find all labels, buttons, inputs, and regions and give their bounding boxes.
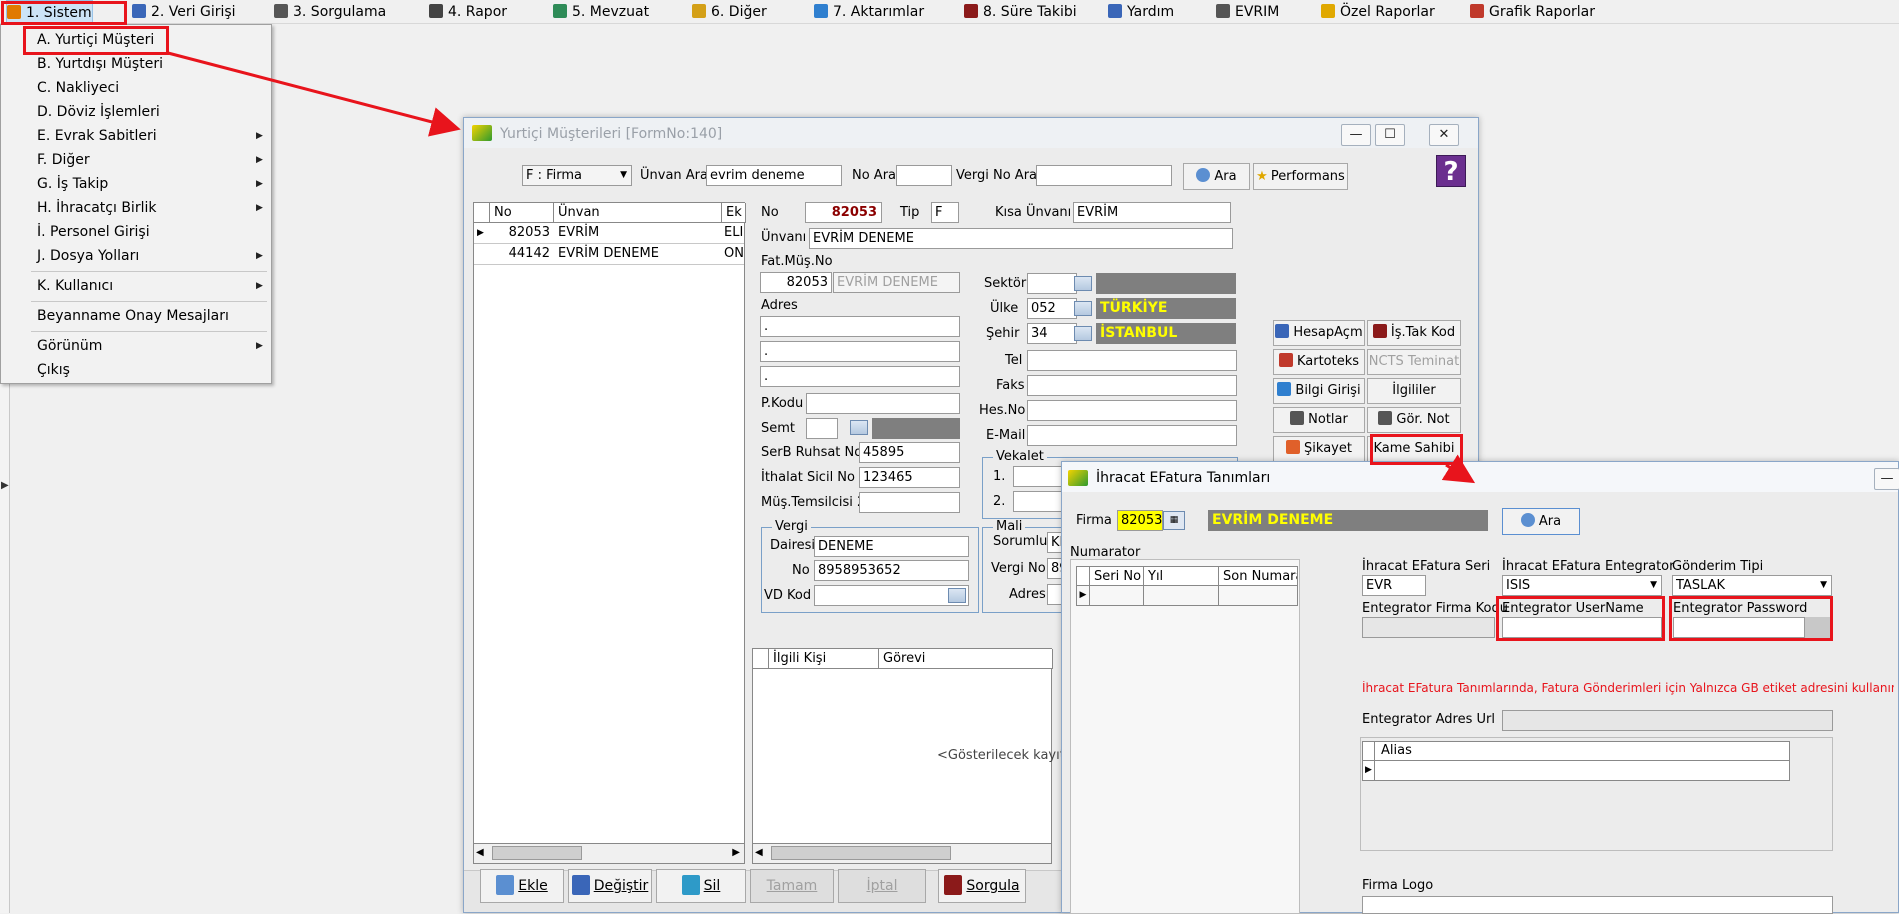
arrow-to-efatura-window bbox=[1441, 454, 1476, 484]
arrow-to-customer-window bbox=[167, 51, 461, 137]
annotation-arrows bbox=[167, 51, 1476, 484]
